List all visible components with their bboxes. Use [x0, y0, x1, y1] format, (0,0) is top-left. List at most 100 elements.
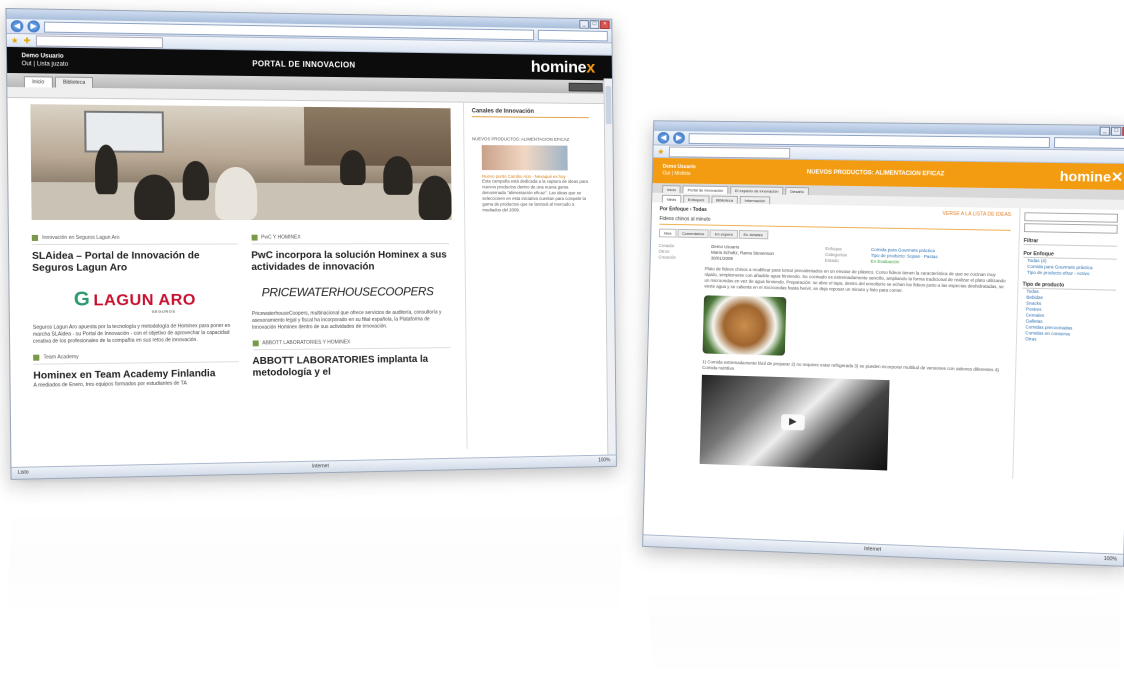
user-block: Demo Usuario Out | Lista juzato: [22, 52, 69, 69]
status-zone: Internet: [864, 546, 882, 553]
tab-detalles[interactable]: En detalles: [738, 229, 768, 240]
window-reflection: [647, 568, 1123, 678]
idea-fields: Creador Demo Usuario Enfoque Comida para…: [658, 243, 1010, 266]
back-to-list-link[interactable]: VERSE A LA LISTA DE IDEAS: [942, 211, 1011, 218]
status-badge: En Evaluación: [870, 258, 900, 265]
news-category[interactable]: PwC Y HOMINEX: [251, 231, 450, 245]
news-title[interactable]: SLAidea – Portal de Innovación de Seguro…: [32, 250, 238, 274]
scrollbar-thumb[interactable]: [605, 86, 612, 125]
close-button[interactable]: ×: [600, 19, 610, 29]
back-icon[interactable]: ◀: [657, 131, 670, 144]
channel-image: [481, 145, 568, 171]
news-column-2: PwC Y HOMINEX PwC incorpora la solución …: [251, 226, 451, 387]
photo-person: [133, 174, 176, 221]
favorites-star-icon[interactable]: ★: [11, 36, 19, 45]
tab-idea[interactable]: Idea: [658, 228, 677, 238]
video-player[interactable]: ▶: [699, 374, 890, 471]
zoom-level[interactable]: 100%: [1104, 554, 1118, 566]
field-label: Otros: [658, 248, 670, 254]
tab-en-espera[interactable]: En espera: [709, 229, 738, 239]
news-category[interactable]: Innovación en Seguros Lagun Aro: [31, 231, 238, 245]
hero-photo-classroom: [30, 104, 452, 221]
forward-icon[interactable]: ▶: [27, 20, 40, 33]
zoom-level[interactable]: 100%: [598, 456, 610, 467]
channel-text: Esta campaña está dedicada a la captura …: [482, 178, 588, 213]
forward-icon[interactable]: ▶: [673, 132, 685, 144]
logout-button[interactable]: [568, 82, 603, 92]
hominex-logo: hominex: [530, 57, 596, 77]
campaign-title: NUEVOS PRODUCTOS: ALIMENTACION EFICAZ: [806, 169, 945, 178]
filter-title: Filtrar: [1023, 238, 1118, 247]
maximize-button[interactable]: □: [589, 19, 600, 29]
sidebar-search-input[interactable]: [1023, 223, 1118, 234]
minimize-button[interactable]: _: [579, 19, 589, 29]
tab-espacio[interactable]: El espacio de innovación: [729, 186, 784, 195]
news-category[interactable]: ABBOTT LABORATORIES Y HOMINEX: [252, 335, 451, 351]
field-label: Creador: [658, 243, 675, 249]
field-label: Creación: [658, 254, 676, 260]
field-label: Enfoque: [825, 246, 842, 252]
add-favorites-icon[interactable]: ✚: [24, 36, 31, 45]
news-column-1: Innovación en Seguros Lagun Aro SLAidea …: [31, 226, 239, 390]
news-title[interactable]: PwC incorpora la solución Hominex a sus …: [251, 250, 449, 274]
field-label: Estado: [824, 257, 839, 264]
channel-item[interactable]: NUEVOS PRODUCTOS: ALIMENTACION EFICAZ: [472, 136, 589, 142]
tab-inicio[interactable]: Inicio: [23, 76, 53, 88]
news-text: Seguros Lagun Aro apuesta por la tecnolo…: [32, 323, 231, 345]
idea-body: Por Enfoque › Todas VERSE A LA LISTA DE I…: [645, 202, 1124, 483]
lagun-aro-logo: G LAGUN ARO SEGUROS: [73, 288, 197, 314]
search-input[interactable]: [1053, 136, 1124, 149]
main-column: Innovación en Seguros Lagun Aro SLAidea …: [7, 98, 466, 458]
photo-person: [94, 144, 118, 195]
tab-portal[interactable]: Portal de Innovación: [682, 185, 729, 194]
user-block: Demo Usuario Out | Mislista: [662, 164, 695, 178]
portal-body: Innovación en Seguros Lagun Aro SLAidea …: [7, 98, 615, 458]
status-bar: Listo Internet 100%: [11, 454, 616, 479]
tab-desafio[interactable]: Desafío: [785, 186, 809, 196]
news-text: PricewaterhouseCoopers, multinacional qu…: [251, 309, 442, 331]
idea-tabs: Idea Comentarios En espera En detalles: [658, 228, 1011, 244]
tab-comentarios[interactable]: Comentarios: [677, 228, 710, 239]
minimize-button[interactable]: _: [1099, 126, 1111, 136]
filter-sidebar: Filtrar Por Enfoque Todas (4) Comida par…: [1012, 208, 1123, 483]
hominex-logo: homine✕: [1059, 167, 1124, 185]
product-showcase: _ □ × ◀ ▶ ★ ✚ Demo Usuario Out | Lista j…: [0, 0, 1124, 681]
field-label: Categorías: [825, 252, 848, 258]
idea-main: Por Enfoque › Todas VERSE A LA LISTA DE I…: [645, 202, 1019, 478]
filter-item[interactable]: Otras: [1025, 336, 1115, 344]
news-category[interactable]: Team Academy: [33, 349, 239, 365]
photo-person: [214, 166, 258, 221]
user-links[interactable]: Out | Mislista: [662, 171, 695, 178]
status-text: Listo: [17, 469, 29, 476]
back-icon[interactable]: ◀: [10, 20, 24, 33]
current-tab[interactable]: [668, 146, 791, 159]
maximize-button[interactable]: □: [1110, 126, 1122, 136]
field-value: 30/01/2009: [710, 255, 733, 261]
projector-screen: [84, 110, 165, 153]
photo-wall: [303, 106, 452, 167]
tab-biblioteca[interactable]: Biblioteca: [54, 76, 94, 88]
browser-window-portal: _ □ × ◀ ▶ ★ ✚ Demo Usuario Out | Lista j…: [5, 7, 617, 480]
sidebar-search-input[interactable]: [1024, 212, 1119, 223]
photo-person: [339, 149, 366, 186]
favorites-star-icon[interactable]: ★: [657, 147, 664, 156]
portal-title: PORTAL DE INNOVACION: [252, 58, 356, 70]
search-input[interactable]: [537, 29, 608, 41]
news-text: A mediados de Enero, tres equipos formad…: [33, 380, 187, 389]
photo-person: [418, 175, 452, 221]
noodles-photo: [702, 295, 787, 356]
photo-person: [182, 160, 210, 201]
current-tab[interactable]: [35, 34, 163, 48]
tab-inicio[interactable]: Inicio: [662, 185, 682, 194]
innovation-channels-sidebar: Canales de Innovación NUEVOS PRODUCTOS: …: [462, 102, 600, 449]
idea-description: Plato de fideos chinos a modificar para …: [704, 266, 1006, 293]
browser-window-idea: _ □ × ◀ ▶ ★ Demo Usuario Out | Mislista …: [642, 120, 1124, 567]
user-links[interactable]: Out | Lista juzato: [22, 60, 69, 69]
url-input[interactable]: [688, 132, 1051, 148]
photo-person: [383, 156, 413, 195]
news-title[interactable]: ABBOTT LABORATORIES implanta la metodolo…: [252, 354, 450, 380]
window-reflection: [6, 482, 626, 622]
filter-item[interactable]: Tipo de producto efraz - Activo: [1027, 270, 1117, 278]
play-icon[interactable]: ▶: [780, 414, 805, 431]
status-bar: Internet 100%: [643, 534, 1124, 566]
